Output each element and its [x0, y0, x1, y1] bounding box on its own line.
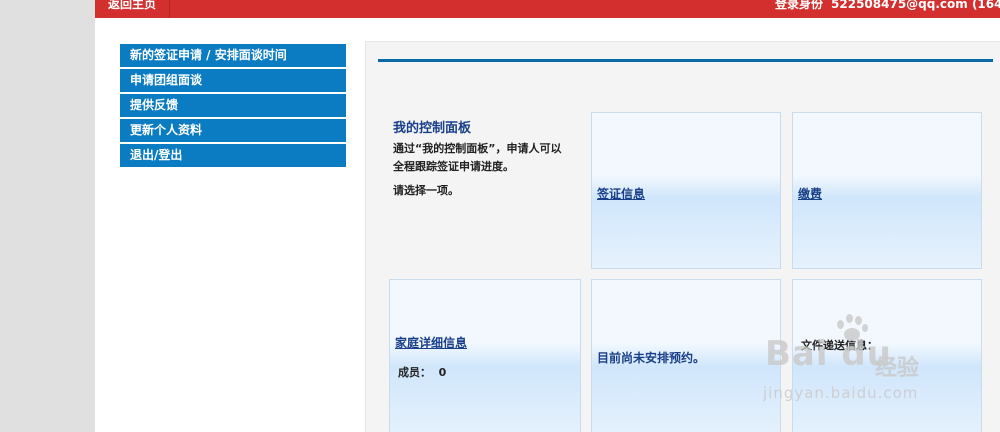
- document-delivery-info: 文件递送信息：: [801, 339, 878, 352]
- family-details-card[interactable]: 家庭详细信息 成员： 0: [389, 279, 581, 432]
- family-details-link[interactable]: 家庭详细信息: [395, 334, 467, 351]
- members-label: 成员：: [398, 366, 431, 379]
- appointment-status: 目前尚未安排预约。: [597, 351, 706, 365]
- payment-link[interactable]: 缴费: [798, 185, 822, 202]
- login-label: 登录身份: [775, 0, 824, 11]
- top-bar: 返回主页 登录身份 522508475@qq.com (164713: [95, 0, 1000, 18]
- visa-info-link[interactable]: 签证信息: [597, 185, 645, 202]
- document-delivery-card: 文件递送信息：: [792, 279, 982, 432]
- visa-info-card[interactable]: 签证信息: [591, 112, 781, 269]
- members-count: 0: [438, 366, 447, 379]
- payment-card[interactable]: 缴费: [792, 112, 982, 269]
- page-title: 我的控制面板: [393, 121, 472, 136]
- left-gutter: [0, 0, 95, 432]
- sidebar-item-group-interview[interactable]: 申请团组面谈: [120, 69, 346, 92]
- login-user: 522508475@qq.com (164713: [831, 0, 1000, 11]
- sidebar-item-logout[interactable]: 退出/登出: [120, 144, 346, 167]
- members-info: 成员： 0: [398, 364, 446, 380]
- dashboard-hint: 请选择一项。: [393, 184, 459, 197]
- home-link[interactable]: 返回主页: [95, 0, 171, 18]
- divider: [378, 59, 993, 62]
- sidebar-item-new-application[interactable]: 新的签证申请 / 安排面谈时间: [120, 44, 346, 67]
- dashboard-panel: 我的控制面板 通过“我的控制面板”，申请人可以全程跟踪签证申请进度。 请选择一项…: [365, 41, 1000, 432]
- sidebar-item-feedback[interactable]: 提供反馈: [120, 94, 346, 117]
- appointment-card: 目前尚未安排预约。: [591, 279, 781, 432]
- page: 返回主页 登录身份 522508475@qq.com (164713 新的签证申请…: [95, 0, 1000, 432]
- sidebar-menu: 新的签证申请 / 安排面谈时间 申请团组面谈 提供反馈 更新个人资料 退出/登出: [120, 44, 346, 169]
- dashboard-intro: 我的控制面板 通过“我的控制面板”，申请人可以全程跟踪签证申请进度。 请选择一项…: [393, 117, 568, 198]
- dashboard-description: 通过“我的控制面板”，申请人可以全程跟踪签证申请进度。: [393, 142, 562, 173]
- sidebar-item-update-profile[interactable]: 更新个人资料: [120, 119, 346, 142]
- login-info: 登录身份 522508475@qq.com (164713: [775, 0, 1000, 14]
